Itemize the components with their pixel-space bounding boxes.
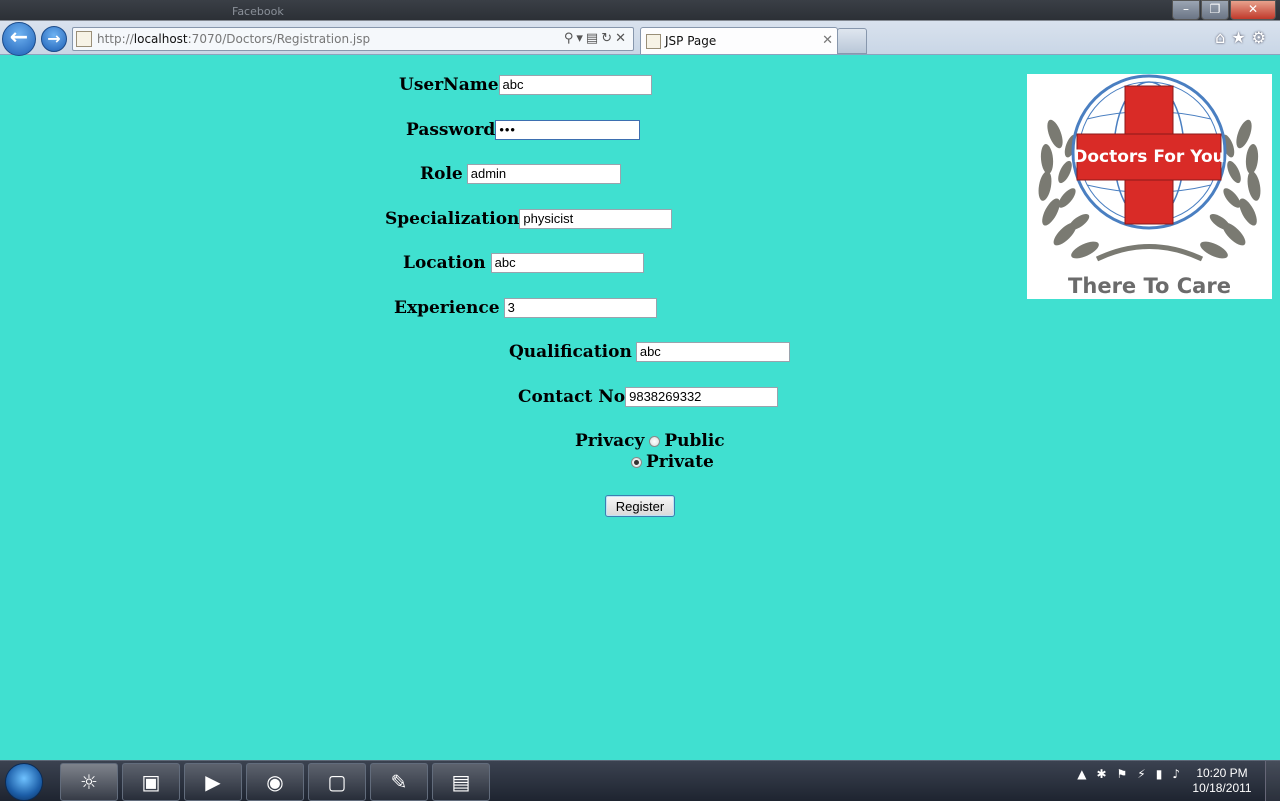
experience-label: Experience (394, 298, 500, 318)
location-row: Location abc (403, 251, 644, 275)
register-button[interactable]: Register (605, 495, 675, 517)
action-center-icon[interactable]: ⚑ (1117, 767, 1128, 781)
forward-button[interactable]: → (41, 26, 67, 52)
specialization-input[interactable]: physicist (519, 209, 673, 229)
chrome-icon[interactable]: ◉ (246, 763, 304, 801)
contact-row: Contact No 9838269332 (518, 385, 779, 409)
maximize-icon[interactable]: ❐ (1201, 0, 1229, 20)
virtualbox-icon[interactable]: ▢ (308, 763, 366, 801)
logo-banner-text: Doctors For You (1073, 147, 1225, 167)
clock-date: 10/18/2011 (1192, 781, 1252, 795)
logo-emblem: Doctors For You (1038, 74, 1261, 262)
privacy-private-label[interactable]: Private (646, 452, 714, 472)
qualification-label: Qualification (509, 342, 632, 362)
logo-caption: There To Care (1068, 274, 1231, 298)
location-input[interactable]: abc (490, 253, 644, 273)
document-window-icon[interactable]: ▤ (432, 763, 490, 801)
role-label: Role (420, 164, 463, 184)
role-row: Role admin (420, 162, 621, 186)
refresh-icon[interactable]: ↻ (601, 31, 615, 46)
minimize-icon[interactable]: – (1172, 0, 1200, 20)
close-icon[interactable]: ✕ (1230, 0, 1276, 20)
internet-explorer-icon[interactable]: ☼ (60, 763, 118, 801)
role-input[interactable]: admin (466, 164, 621, 184)
media-player-icon[interactable]: ▶ (184, 763, 242, 801)
username-label: UserName (399, 75, 499, 95)
address-bar-icons: ⚲▾▤↻✕ (564, 28, 629, 50)
specialization-label: Specialization (385, 209, 520, 229)
tab-title: JSP Page (665, 34, 717, 48)
qualification-row: Qualification abc (509, 340, 790, 364)
browser-chrome: Facebook – ❐ ✕ ← → http://localhost:7070… (0, 0, 1280, 56)
start-button[interactable] (5, 763, 43, 801)
folder-icon[interactable]: ▣ (122, 763, 180, 801)
contact-input[interactable]: 9838269332 (625, 387, 779, 407)
new-tab-button[interactable] (837, 28, 867, 54)
back-button[interactable]: ← (2, 22, 36, 56)
location-label: Location (403, 253, 486, 273)
clock[interactable]: 10:20 PM 10/18/2011 (1186, 766, 1258, 796)
show-desktop-button[interactable] (1265, 761, 1280, 801)
dropdown-icon[interactable]: ▾ (576, 31, 586, 46)
privacy-private-row: Private (631, 450, 714, 474)
experience-input[interactable]: 3 (503, 298, 657, 318)
clock-time: 10:20 PM (1196, 766, 1248, 780)
system-tray: ▲ ✱ ⚑ ⚡ ▮ ♪ (1077, 767, 1180, 781)
tab-jsp-page[interactable]: JSP Page ✕ (640, 27, 838, 54)
taskbar: ☼ ▣ ▶ ◉ ▢ ✎ ▤ ▲ ✱ ⚑ ⚡ ▮ ♪ 10:20 PM 10/18… (0, 760, 1280, 801)
compatibility-icon[interactable]: ▤ (586, 31, 601, 46)
privacy-public-label[interactable]: Public (664, 431, 724, 451)
password-input[interactable]: ••• (495, 120, 641, 140)
browser-right-controls: ⌂★⚙ (1215, 28, 1272, 47)
signal-icon[interactable]: ▮ (1156, 767, 1163, 781)
experience-row: Experience 3 (394, 296, 657, 320)
contact-label: Contact No (518, 387, 626, 407)
stop-icon[interactable]: ✕ (615, 31, 629, 46)
password-row: Password ••• (406, 118, 641, 142)
paint-icon[interactable]: ✎ (370, 763, 428, 801)
background-tab[interactable]: Facebook (210, 2, 284, 22)
address-bar[interactable]: http://localhost:7070/Doctors/Registrati… (72, 27, 634, 51)
bluetooth-icon[interactable]: ✱ (1096, 767, 1106, 781)
privacy-public-radio[interactable] (649, 435, 661, 447)
specialization-row: Specialization physicist (385, 207, 673, 231)
privacy-label: Privacy (575, 431, 645, 451)
privacy-private-radio[interactable] (631, 456, 642, 468)
window-controls: – ❐ ✕ (1171, 0, 1276, 20)
url-text: http://localhost:7070/Doctors/Registrati… (97, 32, 371, 46)
doctors-for-you-logo: Doctors For You There To Care (1027, 74, 1272, 299)
star-icon[interactable]: ★ (1231, 28, 1251, 47)
search-icon[interactable]: ⚲ (564, 31, 577, 46)
tab-favicon-icon (646, 34, 661, 49)
username-input[interactable]: abc (498, 75, 652, 95)
power-icon[interactable]: ⚡ (1137, 767, 1145, 781)
volume-icon[interactable]: ♪ (1172, 767, 1180, 781)
page-favicon-icon (76, 31, 92, 47)
password-label: Password (406, 120, 496, 140)
qualification-input[interactable]: abc (635, 342, 790, 362)
home-icon[interactable]: ⌂ (1215, 28, 1231, 47)
tab-close-icon[interactable]: ✕ (822, 28, 833, 54)
show-hidden-icon[interactable]: ▲ (1077, 767, 1086, 781)
username-row: UserName abc (399, 73, 652, 97)
gear-icon[interactable]: ⚙ (1252, 28, 1272, 47)
